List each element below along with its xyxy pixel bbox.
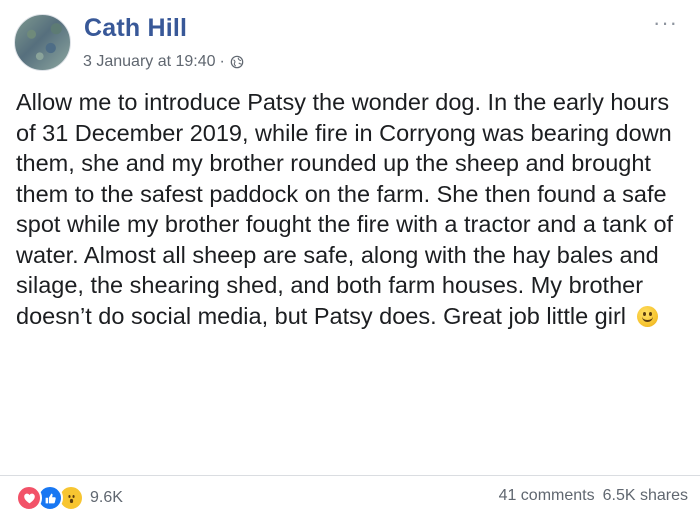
- reactions-summary[interactable]: 9.6K: [16, 485, 123, 511]
- globe-icon[interactable]: [230, 55, 244, 69]
- love-reaction-icon: [16, 485, 42, 511]
- author-name[interactable]: Cath Hill: [84, 14, 187, 43]
- footer-divider: [0, 475, 700, 476]
- post-meta: 3 January at 19:40 ·: [83, 53, 244, 71]
- author-avatar[interactable]: [14, 14, 71, 71]
- meta-separator: ·: [219, 53, 225, 70]
- facebook-post: Cath Hill 3 January at 19:40 · ··· Allow…: [0, 0, 700, 525]
- post-timestamp[interactable]: 3 January at 19:40: [83, 53, 216, 71]
- shares-count[interactable]: 6.5K shares: [603, 487, 688, 505]
- smiley-emoji-icon: [636, 305, 658, 327]
- post-text: Allow me to introduce Patsy the wonder d…: [16, 89, 674, 329]
- more-options-icon[interactable]: ···: [653, 10, 678, 36]
- reaction-count[interactable]: 9.6K: [90, 489, 123, 507]
- comments-count[interactable]: 41 comments: [499, 487, 595, 505]
- post-body: Allow me to introduce Patsy the wonder d…: [16, 87, 686, 331]
- post-stats: 41 comments 6.5K shares: [499, 487, 688, 505]
